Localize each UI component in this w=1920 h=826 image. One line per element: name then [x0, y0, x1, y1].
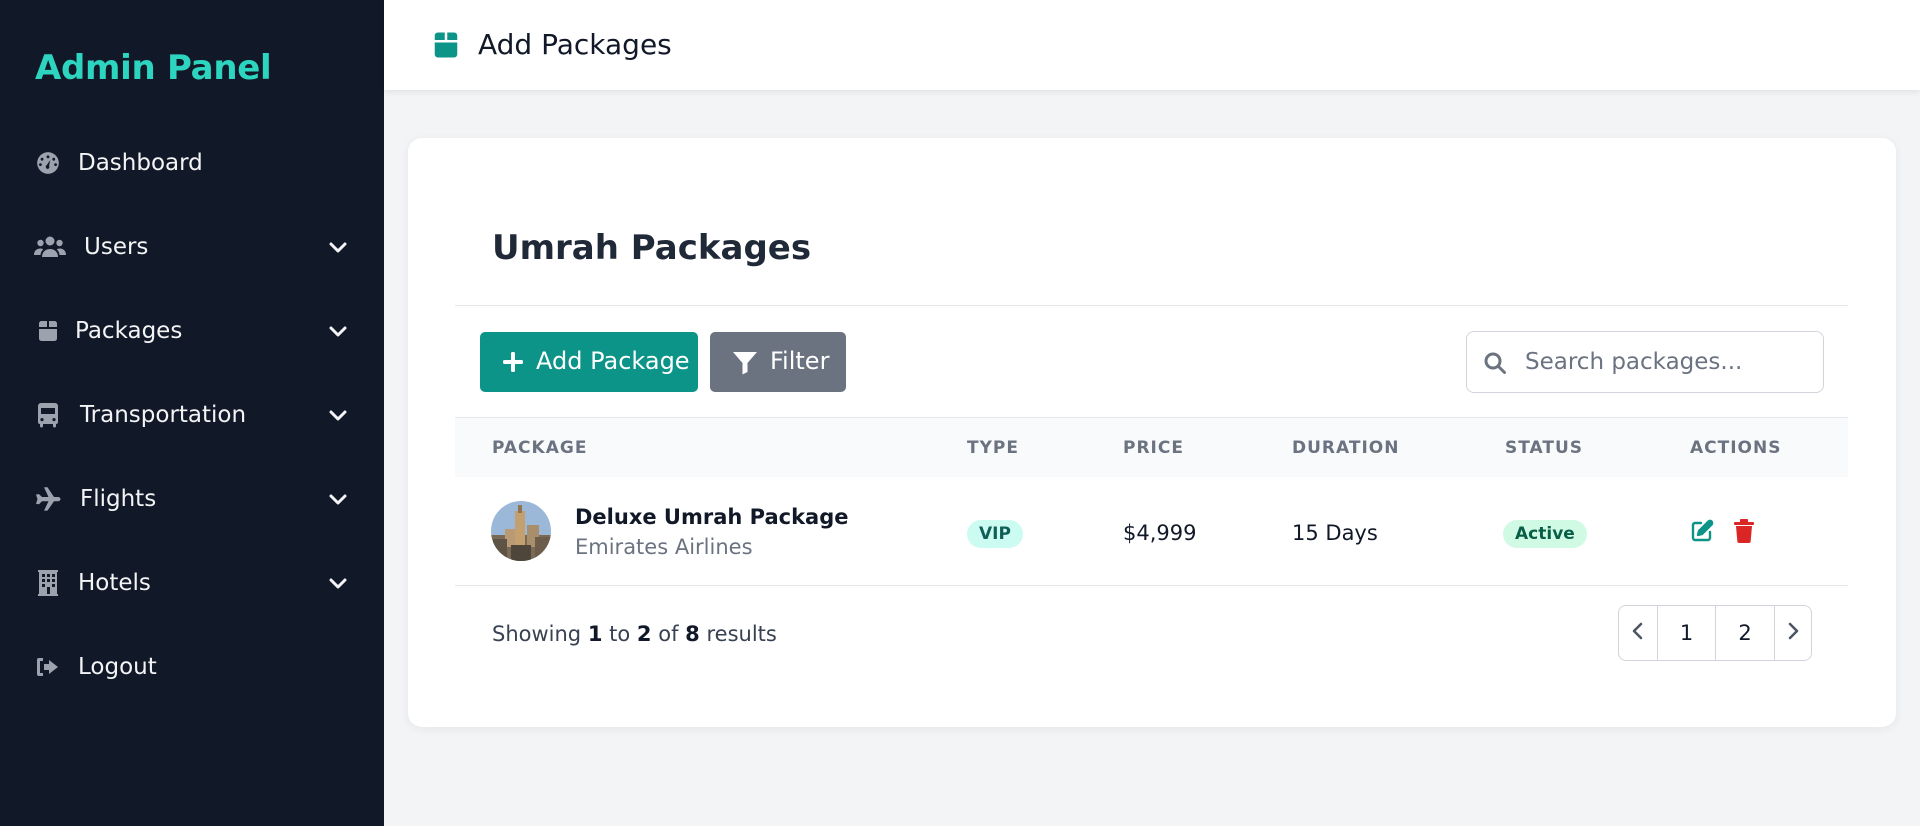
summary-of-word: of [658, 622, 679, 646]
page-button-2[interactable]: 2 [1715, 606, 1774, 660]
sidebar-item-dashboard[interactable]: Dashboard [0, 133, 384, 193]
summary-to-word: to [609, 622, 631, 646]
prev-page-button[interactable] [1619, 606, 1657, 660]
chevron-down-icon[interactable] [326, 487, 350, 511]
chevron-down-icon[interactable] [326, 235, 350, 259]
sidebar: Admin Panel Dashboard Users Packages Tra… [0, 0, 384, 826]
summary-prefix: Showing [492, 622, 582, 646]
chevron-left-icon [1629, 621, 1647, 646]
chevron-down-icon[interactable] [326, 571, 350, 595]
table-row: Deluxe Umrah Package Emirates Airlines V… [455, 477, 1848, 586]
next-page-button[interactable] [1774, 606, 1811, 660]
sidebar-item-label: Flights [80, 486, 157, 512]
column-header-actions: ACTIONS [1690, 438, 1782, 458]
top-header: Add Packages [384, 0, 1920, 90]
delete-icon[interactable] [1734, 519, 1756, 543]
divider [455, 305, 1848, 306]
column-header-status: STATUS [1505, 438, 1584, 458]
pagination: 1 2 [1618, 605, 1812, 661]
filter-label: Filter [770, 347, 830, 375]
package-airline: Emirates Airlines [575, 535, 753, 559]
edit-icon[interactable] [1690, 519, 1714, 543]
summary-suffix: results [706, 622, 777, 646]
summary-to: 2 [636, 622, 652, 646]
building-icon [34, 569, 62, 597]
add-package-label: Add Package [536, 347, 690, 375]
summary-total: 8 [685, 622, 700, 646]
packages-card: Umrah Packages Add Package Filter PACKAG… [408, 138, 1896, 727]
status-badge: Active [1503, 520, 1587, 548]
search-input[interactable] [1525, 342, 1815, 382]
sidebar-item-label: Logout [78, 654, 157, 680]
sidebar-item-users[interactable]: Users [0, 217, 384, 277]
logout-icon [34, 653, 62, 681]
package-thumbnail [491, 501, 551, 561]
sidebar-item-flights[interactable]: Flights [0, 469, 384, 529]
type-badge: VIP [967, 520, 1023, 548]
sidebar-item-label: Users [84, 234, 149, 260]
package-price: $4,999 [1123, 521, 1197, 545]
column-header-duration: DURATION [1292, 438, 1400, 458]
summary-from: 1 [587, 622, 603, 646]
plus-icon [502, 351, 524, 373]
chevron-right-icon [1784, 621, 1802, 646]
users-icon [34, 233, 66, 261]
column-header-type: TYPE [967, 438, 1019, 458]
table-header: PACKAGE TYPE PRICE DURATION STATUS ACTIO… [455, 417, 1848, 477]
page-title: Add Packages [478, 28, 672, 61]
gauge-icon [34, 149, 62, 177]
page-button-1[interactable]: 1 [1657, 606, 1715, 660]
sidebar-item-transportation[interactable]: Transportation [0, 385, 384, 445]
sidebar-item-packages[interactable]: Packages [0, 301, 384, 361]
chevron-down-icon[interactable] [326, 403, 350, 427]
search-icon [1483, 351, 1507, 375]
sidebar-item-label: Hotels [78, 570, 151, 596]
sidebar-item-label: Packages [75, 318, 183, 344]
bus-icon [34, 401, 62, 429]
package-duration: 15 Days [1292, 521, 1378, 545]
sidebar-item-label: Dashboard [78, 150, 203, 176]
add-package-button[interactable]: Add Package [480, 332, 698, 392]
search-box[interactable] [1466, 331, 1824, 393]
package-name: Deluxe Umrah Package [575, 505, 849, 529]
plane-icon [34, 485, 62, 513]
brand-title: Admin Panel [35, 48, 272, 88]
filter-icon [732, 351, 758, 375]
sidebar-item-logout[interactable]: Logout [0, 637, 384, 697]
chevron-down-icon[interactable] [326, 319, 350, 343]
results-summary: Showing 1 to 2 of 8 results [492, 622, 777, 646]
sidebar-item-hotels[interactable]: Hotels [0, 553, 384, 613]
section-title: Umrah Packages [492, 228, 812, 268]
sidebar-item-label: Transportation [80, 402, 247, 428]
column-header-price: PRICE [1123, 438, 1184, 458]
column-header-package: PACKAGE [492, 438, 588, 458]
filter-button[interactable]: Filter [710, 332, 846, 392]
box-icon [34, 317, 62, 345]
box-icon [431, 30, 461, 60]
